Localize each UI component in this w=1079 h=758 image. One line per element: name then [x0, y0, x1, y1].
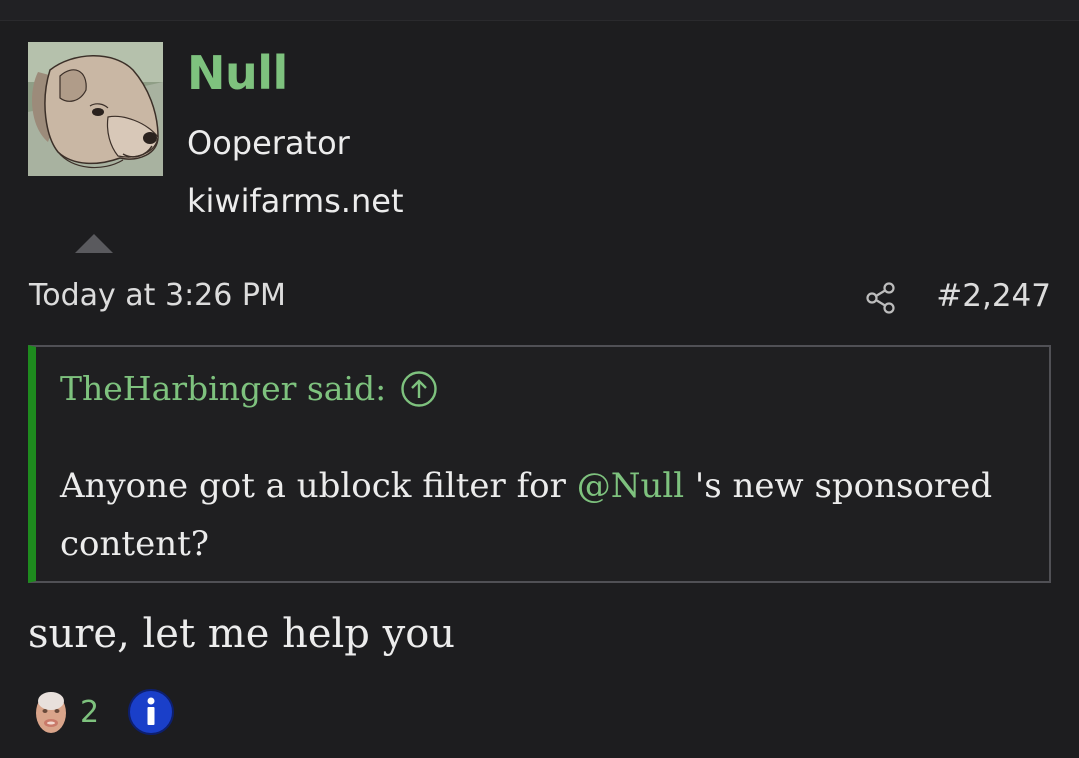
mention-link[interactable]: @Null	[577, 466, 684, 506]
post-page: Null Ooperator kiwifarms.net Today at 3:…	[0, 0, 1079, 758]
quote-block: TheHarbinger said: Anyone got a ublock f…	[28, 345, 1051, 583]
info-icon[interactable]	[127, 688, 175, 736]
post-number-link[interactable]: #2,247	[936, 278, 1051, 315]
reaction-count[interactable]: 2	[80, 695, 99, 730]
share-icon[interactable]	[864, 281, 898, 315]
quote-text: Anyone got a ublock filter for @Null 's …	[60, 457, 1040, 573]
top-divider	[0, 0, 1079, 21]
dog-avatar-icon	[28, 42, 163, 176]
avatar[interactable]	[28, 42, 163, 176]
caret-up-icon	[75, 234, 113, 253]
user-title: Ooperator	[187, 124, 350, 162]
reaction-face-icon[interactable]	[28, 687, 74, 737]
quote-header: TheHarbinger said:	[60, 369, 438, 409]
arrow-up-circle-icon[interactable]	[400, 370, 438, 408]
quote-text-start: Anyone got a ublock filter for	[60, 466, 577, 506]
quote-author-link[interactable]: TheHarbinger said:	[60, 369, 386, 409]
reactions-bar[interactable]: 2	[28, 685, 175, 739]
post-body: sure, let me help you	[28, 611, 456, 657]
user-site: kiwifarms.net	[187, 182, 404, 220]
post-date-link[interactable]: Today at 3:26 PM	[29, 278, 286, 314]
user-name-link[interactable]: Null	[187, 48, 288, 99]
